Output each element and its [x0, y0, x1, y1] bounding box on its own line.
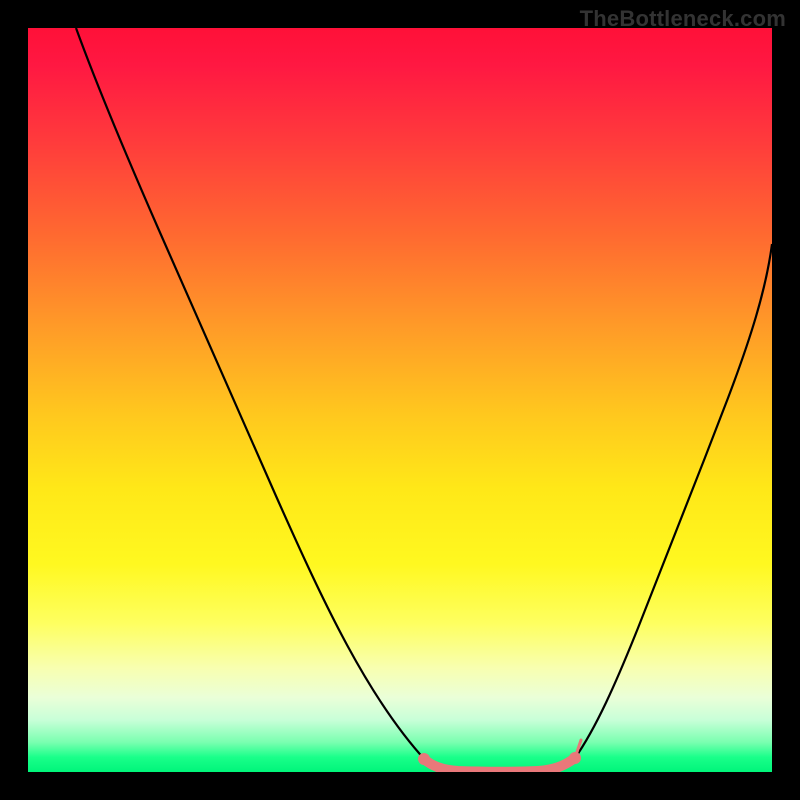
accent-dot-left: [418, 753, 430, 765]
plot-area: [28, 28, 772, 772]
curve-layer: [28, 28, 772, 772]
watermark-text: TheBottleneck.com: [580, 6, 786, 32]
left-descending-curve: [76, 28, 426, 761]
right-ascending-curve: [575, 244, 772, 758]
bottom-accent-curve: [424, 758, 575, 772]
chart-container: TheBottleneck.com: [0, 0, 800, 800]
